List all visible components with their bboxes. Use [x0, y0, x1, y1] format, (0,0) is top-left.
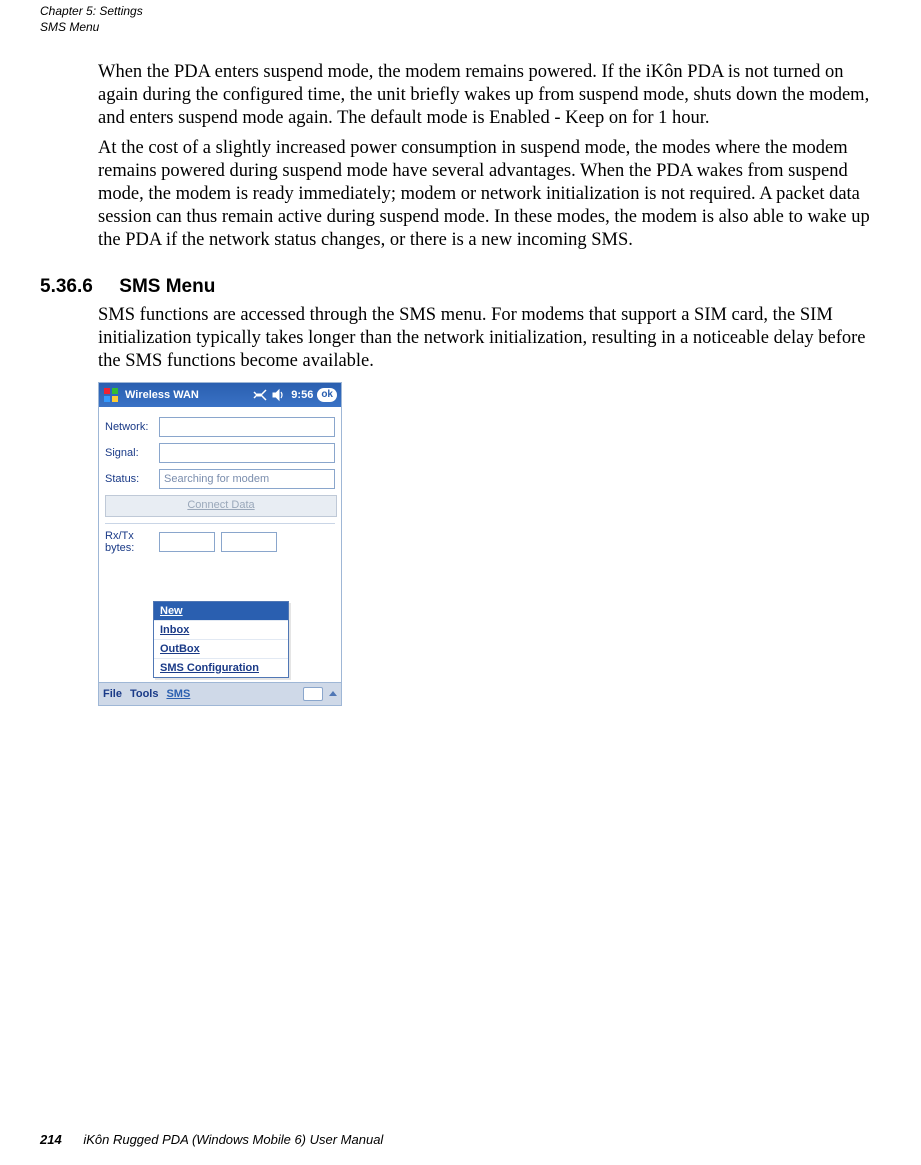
signal-label: Signal: — [105, 447, 159, 459]
sms-popup-menu: New Inbox OutBox SMS Configuration — [153, 601, 289, 678]
separator — [105, 523, 335, 524]
rx-field[interactable] — [159, 532, 215, 552]
body-block-2: SMS functions are accessed through the S… — [98, 304, 881, 705]
menu-item-inbox[interactable]: Inbox — [154, 620, 288, 639]
pda-titlebar: Wireless WAN 9:56 ok — [99, 383, 341, 407]
volume-icon[interactable] — [271, 388, 285, 402]
network-label: Network: — [105, 421, 159, 433]
caret-up-icon[interactable] — [329, 691, 337, 696]
pda-menu-area: New Inbox OutBox SMS Configuration — [105, 560, 335, 678]
page-number: 214 — [40, 1132, 62, 1147]
section-label: SMS Menu — [40, 20, 881, 36]
tx-field[interactable] — [221, 532, 277, 552]
menu-item-new[interactable]: New — [154, 602, 288, 620]
section-number: 5.36.6 — [40, 276, 114, 298]
page: Chapter 5: Settings SMS Menu When the PD… — [0, 4, 921, 1165]
signal-field[interactable] — [159, 443, 335, 463]
clock[interactable]: 9:56 — [291, 389, 313, 401]
pda-title-text: Wireless WAN — [125, 389, 199, 401]
section-title: SMS Menu — [119, 276, 215, 297]
pda-bottombar: File Tools SMS — [99, 682, 341, 705]
menu-item-outbox[interactable]: OutBox — [154, 639, 288, 658]
pda-body: Network: Signal: Status: Searching for m… — [99, 407, 341, 682]
paragraph-2: At the cost of a slightly increased powe… — [98, 137, 881, 253]
pda-screenshot: Wireless WAN 9:56 ok Network: Signal: St… — [98, 382, 342, 706]
ok-button[interactable]: ok — [317, 388, 337, 402]
status-field[interactable]: Searching for modem — [159, 469, 335, 489]
rxtx-label: Rx/Tx bytes: — [105, 530, 159, 554]
running-header: Chapter 5: Settings SMS Menu — [40, 4, 881, 35]
menu-sms[interactable]: SMS — [166, 688, 190, 700]
footer: 214 iKôn Rugged PDA (Windows Mobile 6) U… — [40, 1132, 383, 1147]
status-label: Status: — [105, 473, 159, 485]
menu-tools[interactable]: Tools — [130, 688, 159, 700]
network-field[interactable] — [159, 417, 335, 437]
section-heading: 5.36.6 SMS Menu — [40, 276, 881, 298]
chapter-label: Chapter 5: Settings — [40, 4, 881, 20]
paragraph-1: When the PDA enters suspend mode, the mo… — [98, 61, 881, 130]
keyboard-icon[interactable] — [303, 687, 323, 701]
body-block: When the PDA enters suspend mode, the mo… — [98, 61, 881, 252]
paragraph-3: SMS functions are accessed through the S… — [98, 304, 881, 373]
menu-item-sms-config[interactable]: SMS Configuration — [154, 658, 288, 677]
windows-flag-icon[interactable] — [103, 387, 119, 403]
menu-file[interactable]: File — [103, 688, 122, 700]
connectivity-icon[interactable] — [253, 388, 267, 402]
footer-title: iKôn Rugged PDA (Windows Mobile 6) User … — [83, 1132, 383, 1147]
connect-data-button[interactable]: Connect Data — [105, 495, 337, 517]
